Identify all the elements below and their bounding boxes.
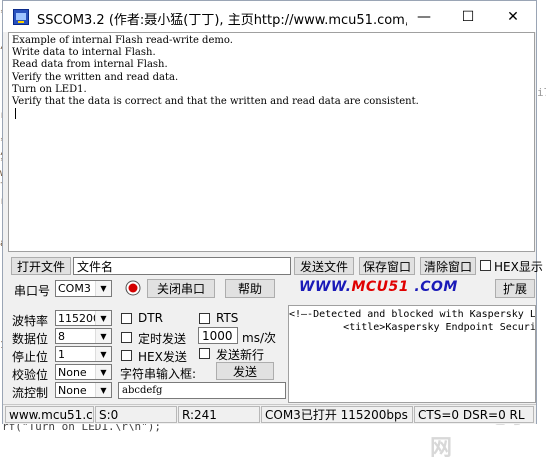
dtr-label: DTR — [138, 311, 163, 325]
open-file-button[interactable]: 打开文件 — [11, 257, 71, 275]
port-status-led-icon — [125, 280, 141, 296]
parity-value: None — [58, 365, 87, 379]
send-newline-checkbox[interactable] — [199, 348, 210, 359]
hex-send-label: HEX发送 — [138, 350, 187, 364]
sscom-window: SSCOM3.2 (作者:聂小猛(丁丁), 主页http://www.mcu51… — [2, 0, 543, 424]
save-window-button[interactable]: 保存窗口 — [359, 257, 415, 275]
brand-part: .COM — [409, 279, 458, 295]
ad-line: <title>Kaspersky Endpoint Security — [289, 322, 536, 333]
filename-field[interactable]: 文件名 — [73, 257, 291, 275]
receive-text-area[interactable]: Example of internal Flash read-write dem… — [8, 32, 535, 252]
hex-display-label: HEX显示 — [494, 260, 543, 274]
ad-line: <!—-Detected and blocked with Kaspersky … — [289, 309, 536, 320]
background-code-fragment: i7 — [537, 86, 546, 99]
chevron-down-icon[interactable]: ▼ — [95, 365, 111, 379]
port-select[interactable]: COM3 ▼ — [55, 280, 112, 297]
chevron-down-icon[interactable]: ▼ — [95, 329, 111, 343]
timed-send-label: 定时发送 — [138, 332, 187, 346]
baud-label: 波特率 — [12, 314, 49, 328]
brand-part: MCU51 — [351, 279, 409, 295]
interval-unit-label: ms/次 — [242, 331, 276, 345]
receive-line: Example of internal Flash read-write dem… — [12, 35, 233, 46]
send-button[interactable]: 发送 — [216, 362, 274, 380]
flow-value: None — [58, 383, 87, 397]
flow-label: 流控制 — [12, 386, 49, 400]
receive-line: Read data from internal Flash. — [12, 59, 168, 71]
send-text-input[interactable]: abcdefg — [118, 382, 286, 399]
parity-label: 校验位 — [12, 368, 49, 382]
status-bar: www.mcu51.com S:0 R:241 COM3已打开 115200bp… — [3, 404, 536, 424]
status-sent-count: S:0 — [95, 406, 177, 423]
databits-select[interactable]: 8 ▼ — [55, 328, 112, 344]
ad-panel[interactable]: <!—-Detected and blocked with Kaspersky … — [288, 305, 536, 403]
databits-label: 数据位 — [12, 332, 49, 346]
receive-cursor-line — [9, 108, 534, 123]
dtr-checkbox[interactable] — [121, 313, 132, 324]
close-port-button[interactable]: 关闭串口 — [147, 279, 215, 298]
rts-checkbox[interactable] — [199, 313, 210, 324]
receive-line: Verify that the data is correct and that… — [12, 96, 419, 108]
minimize-button[interactable]: — — [402, 1, 446, 32]
baud-select[interactable]: 115200 ▼ — [55, 310, 112, 326]
stopbits-label: 停止位 — [12, 350, 49, 364]
send-file-button[interactable]: 发送文件 — [294, 257, 354, 275]
stopbits-value: 1 — [58, 347, 65, 361]
receive-line: Turn on LED1. — [12, 83, 87, 95]
interval-input[interactable]: 1000 — [198, 327, 238, 344]
stopbits-select[interactable]: 1 ▼ — [55, 346, 112, 362]
chevron-down-icon[interactable]: ▼ — [95, 347, 111, 361]
receive-line: Write data to internal Flash. — [12, 47, 156, 59]
status-url: www.mcu51.com — [5, 406, 94, 423]
background-editor-right: i7 — [537, 0, 546, 433]
chevron-down-icon[interactable]: ▼ — [95, 311, 111, 325]
parity-select[interactable]: None ▼ — [55, 364, 112, 380]
status-port-state: COM3已打开 115200bps — [261, 406, 413, 423]
help-button[interactable]: 帮助 — [225, 279, 275, 298]
hex-display-checkbox[interactable] — [480, 260, 491, 271]
text-cursor — [15, 108, 16, 120]
rts-label: RTS — [216, 311, 239, 325]
chevron-down-icon[interactable]: ▼ — [95, 383, 111, 397]
window-title: SSCOM3.2 (作者:聂小猛(丁丁), 主页http://www.mcu51… — [37, 13, 407, 28]
string-input-label: 字符串输入框: — [120, 367, 197, 381]
databits-value: 8 — [58, 329, 65, 343]
hex-send-checkbox[interactable] — [121, 350, 132, 361]
status-signals: CTS=0 DSR=0 RL — [414, 406, 534, 423]
maximize-button[interactable]: ☐ — [446, 1, 490, 32]
baud-value: 115200 — [58, 311, 100, 325]
brand-part: WWW. — [299, 279, 352, 295]
clear-window-button[interactable]: 清除窗口 — [420, 257, 476, 275]
expand-button[interactable]: 扩展 — [495, 279, 535, 298]
chevron-down-icon[interactable]: ▼ — [95, 281, 111, 296]
title-bar[interactable]: SSCOM3.2 (作者:聂小猛(丁丁), 主页http://www.mcu51… — [3, 1, 536, 32]
brand-link[interactable]: WWW.MCU51 .COM — [299, 279, 458, 295]
status-received-count: R:241 — [178, 406, 260, 423]
flow-select[interactable]: None ▼ — [55, 382, 112, 398]
send-newline-label: 发送新行 — [216, 348, 265, 362]
close-button[interactable]: ✕ — [491, 1, 535, 32]
port-value: COM3 — [58, 282, 91, 295]
port-label: 串口号 — [14, 284, 51, 298]
app-icon — [13, 9, 29, 25]
receive-line: Verify the written and read data. — [12, 71, 179, 83]
timed-send-checkbox[interactable] — [121, 332, 132, 343]
